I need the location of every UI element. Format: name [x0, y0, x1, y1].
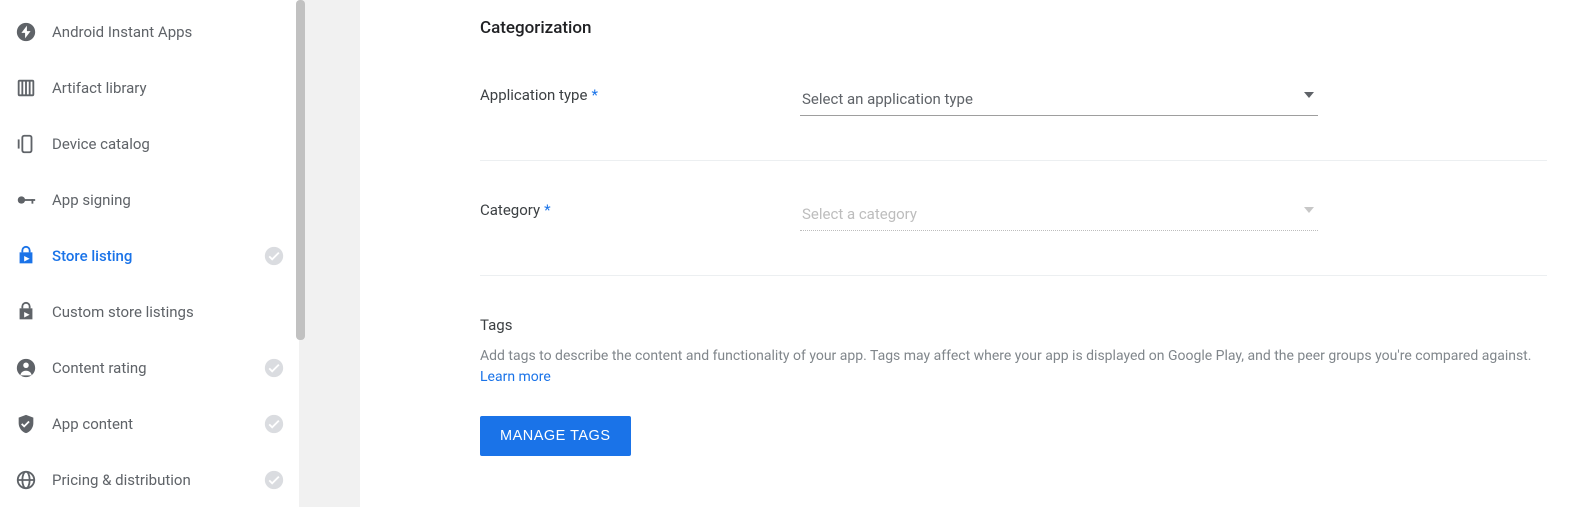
content-gutter: [300, 0, 360, 507]
sidebar-item-label: Pricing & distribution: [52, 471, 263, 489]
form-row-category: Category* Select a category: [480, 201, 1547, 276]
sidebar-item-label: Custom store listings: [52, 303, 285, 321]
sidebar-item-label: Device catalog: [52, 135, 285, 153]
sidebar-item-pricing-distribution[interactable]: Pricing & distribution: [0, 452, 299, 508]
bolt-icon: [14, 20, 38, 44]
sidebar-item-label: App content: [52, 415, 263, 433]
key-icon: [14, 188, 38, 212]
sidebar-item-label: Store listing: [52, 247, 263, 265]
scrollbar-thumb[interactable]: [296, 0, 305, 340]
category-select[interactable]: Select a category: [800, 201, 1318, 231]
select-value: Select a category: [802, 205, 917, 223]
section-title: Categorization: [480, 18, 1547, 38]
shield-icon: [14, 412, 38, 436]
sidebar-item-label: Android Instant Apps: [52, 23, 285, 41]
library-icon: [14, 76, 38, 100]
globe-icon: [14, 468, 38, 492]
category-label: Category*: [480, 201, 800, 219]
sidebar-item-app-signing[interactable]: App signing: [0, 172, 299, 228]
check-circle-icon: [263, 245, 285, 267]
sidebar-item-app-content[interactable]: App content: [0, 396, 299, 452]
sidebar: Android Instant Apps Artifact library De…: [0, 0, 300, 507]
application-type-label: Application type*: [480, 86, 800, 104]
manage-tags-button[interactable]: MANAGE TAGS: [480, 416, 631, 456]
tags-block: Tags Add tags to describe the content an…: [480, 316, 1547, 456]
check-circle-icon: [263, 469, 285, 491]
sidebar-item-content-rating[interactable]: Content rating: [0, 340, 299, 396]
sidebar-item-label: Artifact library: [52, 79, 285, 97]
tags-description: Add tags to describe the content and fun…: [480, 346, 1540, 388]
sidebar-item-store-listing[interactable]: Store listing: [0, 228, 299, 284]
select-value: Select an application type: [802, 90, 973, 108]
sidebar-item-label: App signing: [52, 191, 285, 209]
sidebar-item-artifact-library[interactable]: Artifact library: [0, 60, 299, 116]
main-content: Categorization Application type* Select …: [360, 0, 1573, 507]
chevron-down-icon: [1304, 207, 1314, 213]
sidebar-item-device-catalog[interactable]: Device catalog: [0, 116, 299, 172]
check-circle-icon: [263, 357, 285, 379]
application-type-select[interactable]: Select an application type: [800, 86, 1318, 116]
shop-icon: [14, 244, 38, 268]
sidebar-item-custom-store-listings[interactable]: Custom store listings: [0, 284, 299, 340]
required-marker: *: [591, 86, 597, 104]
sidebar-item-label: Content rating: [52, 359, 263, 377]
shop-alt-icon: [14, 300, 38, 324]
form-row-application-type: Application type* Select an application …: [480, 86, 1547, 161]
device-icon: [14, 132, 38, 156]
chevron-down-icon: [1304, 92, 1314, 98]
check-circle-icon: [263, 413, 285, 435]
learn-more-link[interactable]: Learn more: [480, 369, 551, 385]
tags-title: Tags: [480, 316, 1547, 334]
sidebar-item-instant-apps[interactable]: Android Instant Apps: [0, 4, 299, 60]
person-circle-icon: [14, 356, 38, 380]
required-marker: *: [544, 201, 550, 219]
